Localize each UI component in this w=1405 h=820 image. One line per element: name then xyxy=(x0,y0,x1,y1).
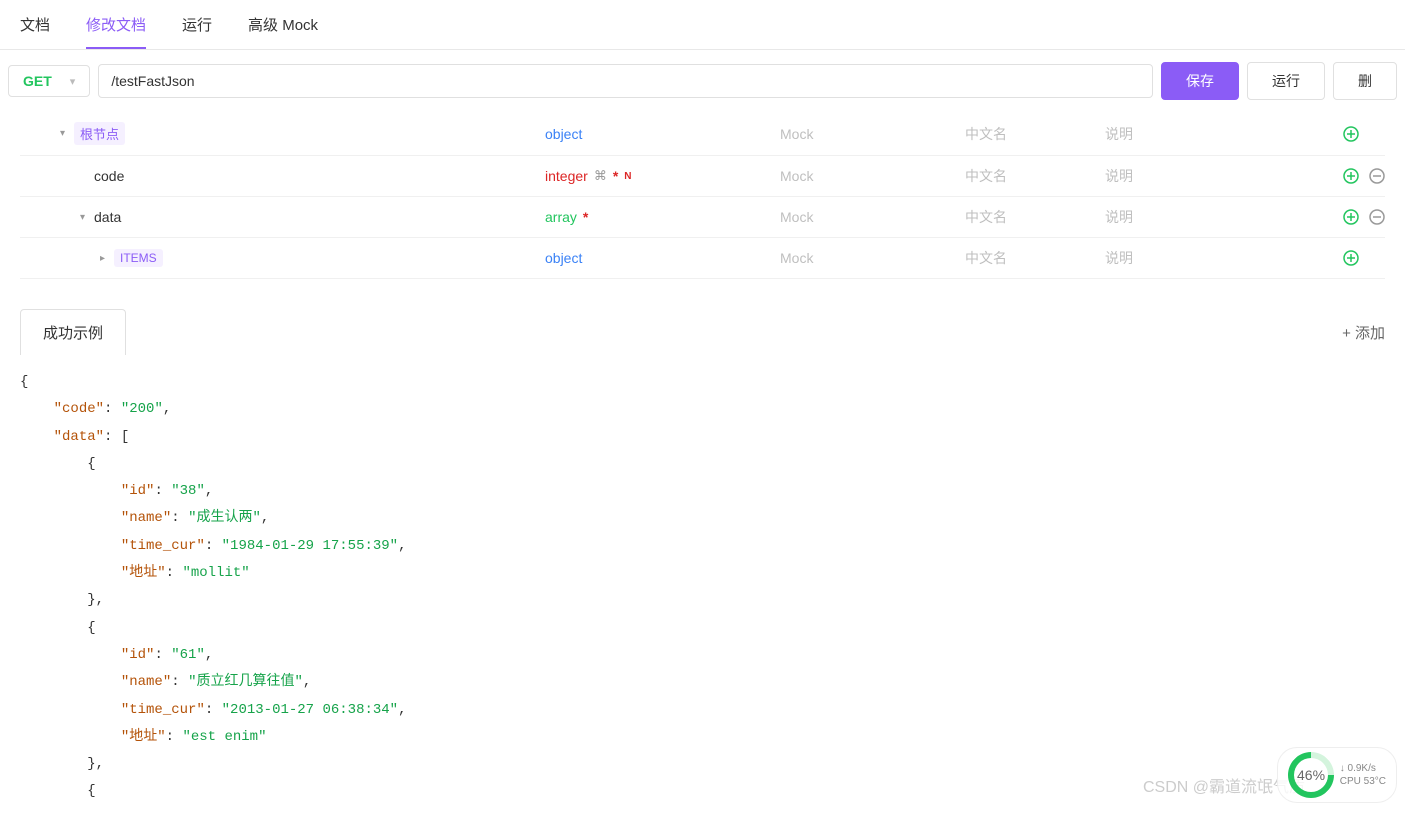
top-tabs: 文档 修改文档 运行 高级 Mock xyxy=(0,0,1405,50)
mock-cell[interactable]: Mock xyxy=(780,209,965,225)
schema-row-data: ▾ data array * Mock 中文名 说明 xyxy=(20,197,1385,238)
type-label[interactable]: object xyxy=(545,126,582,142)
add-icon[interactable] xyxy=(1343,209,1359,225)
desc-cell[interactable]: 说明 xyxy=(1105,207,1343,227)
net-speed: ↓ 0.9K/s xyxy=(1340,762,1386,775)
add-icon[interactable] xyxy=(1343,250,1359,266)
cname-cell[interactable]: 中文名 xyxy=(965,248,1105,268)
desc-cell[interactable]: 说明 xyxy=(1105,124,1343,144)
tab-doc[interactable]: 文档 xyxy=(20,0,50,49)
system-monitor: 46% ↓ 0.9K/s CPU 53°C xyxy=(1277,747,1397,803)
desc-cell[interactable]: 说明 xyxy=(1105,248,1343,268)
example-section: 成功示例 + 添加 { "code": "200", "data": [ { "… xyxy=(0,309,1405,820)
cname-cell[interactable]: 中文名 xyxy=(965,166,1105,186)
add-icon[interactable] xyxy=(1343,126,1359,142)
type-label[interactable]: integer xyxy=(545,168,588,184)
mock-cell[interactable]: Mock xyxy=(780,168,965,184)
root-node-badge: 根节点 xyxy=(74,122,125,145)
cname-cell[interactable]: 中文名 xyxy=(965,207,1105,227)
expand-icon[interactable]: ▾ xyxy=(60,128,74,139)
cname-cell[interactable]: 中文名 xyxy=(965,124,1105,144)
schema-row-items: ▸ ITEMS object Mock 中文名 说明 xyxy=(20,238,1385,279)
field-name[interactable]: data xyxy=(94,209,121,225)
items-badge: ITEMS xyxy=(114,249,163,267)
run-button[interactable]: 运行 xyxy=(1247,62,1325,100)
add-icon[interactable] xyxy=(1343,168,1359,184)
type-label[interactable]: array xyxy=(545,209,577,225)
mock-cell[interactable]: Mock xyxy=(780,250,965,266)
mock-cell[interactable]: Mock xyxy=(780,126,965,142)
method-select[interactable]: GET ▾ xyxy=(8,65,90,97)
url-input[interactable] xyxy=(98,64,1153,98)
schema-row-root: ▾ 根节点 object Mock 中文名 说明 xyxy=(20,112,1385,156)
save-button[interactable]: 保存 xyxy=(1161,62,1239,100)
tab-run[interactable]: 运行 xyxy=(182,0,212,49)
remove-icon[interactable] xyxy=(1369,168,1385,184)
json-viewer[interactable]: { "code": "200", "data": [ { "id": "38",… xyxy=(20,355,1385,820)
method-label: GET xyxy=(23,73,52,89)
field-name[interactable]: code xyxy=(94,168,124,184)
required-icon: * xyxy=(583,209,588,225)
link-icon[interactable]: ⌘ xyxy=(594,168,607,184)
type-label[interactable]: object xyxy=(545,250,582,266)
schema-table: ▾ 根节点 object Mock 中文名 说明 code integer ⌘ … xyxy=(0,112,1405,279)
tab-edit-doc[interactable]: 修改文档 xyxy=(86,0,146,49)
add-example-button[interactable]: + 添加 xyxy=(1342,322,1385,343)
remove-icon[interactable] xyxy=(1369,209,1385,225)
example-tab-success[interactable]: 成功示例 xyxy=(20,309,126,355)
tab-advanced-mock[interactable]: 高级 Mock xyxy=(248,0,318,49)
schema-row-code: code integer ⌘ * N Mock 中文名 说明 xyxy=(20,156,1385,197)
request-bar: GET ▾ 保存 运行 删 xyxy=(0,50,1405,112)
delete-button[interactable]: 删 xyxy=(1333,62,1397,100)
nullable-badge: N xyxy=(624,171,631,182)
expand-icon[interactable]: ▸ xyxy=(100,253,114,264)
expand-icon[interactable]: ▾ xyxy=(80,212,94,223)
desc-cell[interactable]: 说明 xyxy=(1105,166,1343,186)
gauge-icon: 46% xyxy=(1278,742,1343,807)
cpu-temp: CPU 53°C xyxy=(1340,775,1386,788)
required-icon: * xyxy=(613,168,618,184)
chevron-down-icon: ▾ xyxy=(70,75,76,88)
